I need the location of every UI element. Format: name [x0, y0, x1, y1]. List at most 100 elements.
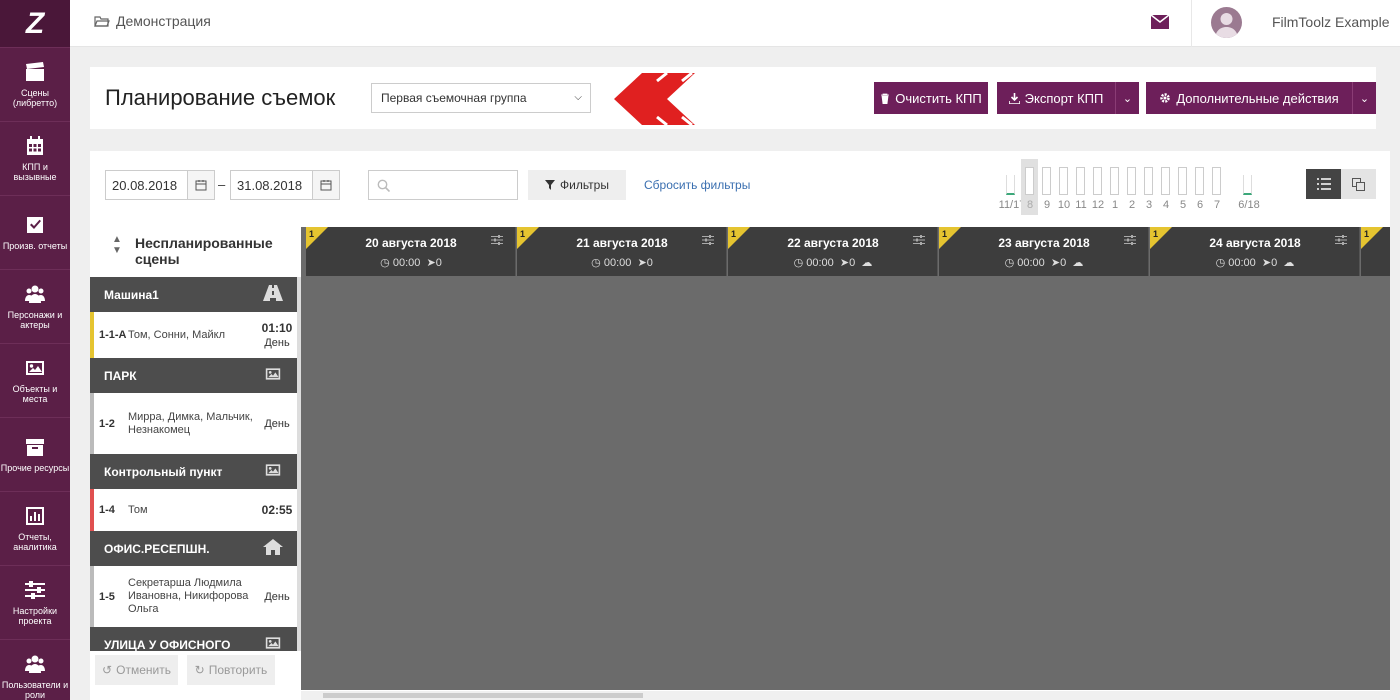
sidebar-item-8[interactable]: Настройки проекта — [0, 565, 70, 639]
redo-label: Повторить — [208, 663, 268, 677]
sidebar-item-label: Персонажи и актеры — [7, 309, 63, 330]
location-group-header[interactable]: УЛИЦА У ОФИСНОГО — [90, 627, 297, 651]
scrollbar-thumb[interactable] — [323, 693, 643, 698]
day-settings-icon[interactable] — [1335, 235, 1347, 245]
more-actions-label: Дополнительные действия — [1176, 90, 1339, 106]
location-group-header[interactable]: Машина1 — [90, 277, 297, 312]
card-view-button[interactable] — [1341, 169, 1376, 199]
day-overview-item[interactable]: 4 — [1157, 159, 1174, 215]
search-input[interactable] — [368, 170, 518, 200]
day-overview-item[interactable]: 3 — [1140, 159, 1157, 215]
sidebar-item-label: Объекты и места — [12, 383, 58, 404]
day-overview-label: 7 — [1213, 199, 1221, 211]
day-settings-icon[interactable] — [913, 235, 925, 245]
sidebar-item-label: Пользователи и роли — [1, 679, 69, 700]
day-column-header[interactable]: 1 20 августа 2018 ◷ 00:00 ➤0 — [306, 227, 516, 276]
sidebar-item-6[interactable]: Прочие ресурсы — [0, 417, 70, 491]
scene-card[interactable]: 1-5 Секретарша Людмила Ивановна, Никифоро… — [90, 566, 297, 627]
filters-button[interactable]: Фильтры — [528, 170, 626, 200]
more-actions-dropdown-toggle[interactable]: ⌄ — [1352, 82, 1376, 114]
day-column-header[interactable]: 1 — [1361, 227, 1390, 276]
day-column-header[interactable]: 1 21 августа 2018 ◷ 00:00 ➤0 — [517, 227, 727, 276]
weather-icon[interactable]: ☁ — [861, 257, 872, 269]
scene-card[interactable]: 1-1-А Том, Сонни, Майкл 01:10 День — [90, 312, 297, 358]
location-name: Машина1 — [104, 287, 159, 302]
day-column-header[interactable]: 1 24 августа 2018 ◷ 00:00 ➤0 ☁ — [1150, 227, 1360, 276]
date-to-input[interactable]: 31.08.2018 — [230, 170, 340, 200]
sidebar-item-2[interactable]: КПП и вызывные — [0, 121, 70, 195]
sidebar-item-5[interactable]: Объекты и места — [0, 343, 70, 417]
crew-select[interactable]: Первая съемочная группа ⌵ — [371, 83, 591, 113]
road-icon — [263, 285, 283, 304]
day-overview-item[interactable]: 10 — [1055, 159, 1072, 215]
location-group-header[interactable]: ПАРК — [90, 358, 297, 393]
day-title: 24 августа 2018 — [1209, 236, 1301, 250]
redo-button[interactable]: ↻ Повторить — [187, 655, 275, 685]
day-overview-item[interactable]: 7 — [1208, 159, 1225, 215]
sidebar-item-7[interactable]: Отчеты, аналитика — [0, 491, 70, 565]
day-overview-item[interactable]: 11 — [1072, 159, 1089, 215]
location-group-header[interactable]: Контрольный пункт — [90, 454, 297, 489]
mail-icon[interactable] — [1150, 14, 1170, 30]
location-group-header[interactable]: ОФИС.РЕСЕПШН. — [90, 531, 297, 566]
image-icon — [24, 358, 46, 378]
day-column-header[interactable]: 1 23 августа 2018 ◷ 00:00 ➤0 ☁ — [939, 227, 1149, 276]
clock-icon: ◷ — [591, 257, 601, 269]
schedule-calendar[interactable]: 1 20 августа 2018 ◷ 00:00 ➤0 1 21 августа 20… — [301, 227, 1390, 690]
breadcrumb[interactable]: Демонстрация — [94, 13, 211, 29]
day-overview-label: 6/18 — [1238, 199, 1260, 211]
scene-time: День — [257, 589, 297, 604]
scene-card[interactable]: 1-4 Том 02:55 — [90, 489, 297, 531]
undo-label: Отменить — [116, 663, 171, 677]
calendar-icon[interactable] — [187, 171, 214, 199]
app-logo[interactable]: Z — [0, 0, 70, 47]
undo-button[interactable]: ↺ Отменить — [95, 655, 178, 685]
filters-label: Фильтры — [560, 178, 609, 192]
scene-duration: 01:10 — [261, 320, 293, 335]
day-column-header[interactable]: 1 22 августа 2018 ◷ 00:00 ➤0 ☁ — [728, 227, 938, 276]
megaphone-icon: ➤ — [637, 257, 647, 269]
day-settings-icon[interactable] — [1124, 235, 1136, 245]
breadcrumb-label: Демонстрация — [116, 13, 211, 29]
day-overview-item[interactable]: 5 — [1174, 159, 1191, 215]
sidebar-item-label: Настройки проекта — [12, 605, 58, 626]
more-actions-button[interactable]: Дополнительные действия — [1146, 82, 1352, 114]
day-info: ◷ 00:00 ➤0 — [517, 256, 727, 269]
sidebar-item-4[interactable]: Персонажи и актеры — [0, 269, 70, 343]
sort-icon[interactable]: ▲ ▼ — [112, 234, 122, 256]
day-calls: 0 — [435, 257, 442, 269]
megaphone-icon: ➤ — [1261, 257, 1272, 269]
sidebar-item-3[interactable]: Произв. отчеты — [0, 195, 70, 269]
checkbox-icon — [24, 215, 46, 235]
date-from-input[interactable]: 20.08.2018 — [105, 170, 215, 200]
list-view-button[interactable] — [1306, 169, 1341, 199]
calendar-horizontal-scrollbar[interactable] — [301, 691, 1390, 700]
calendar-icon[interactable] — [312, 171, 339, 199]
day-overview-item[interactable]: 9 — [1038, 159, 1055, 215]
clear-callsheet-button[interactable]: Очистить КПП — [874, 82, 988, 114]
export-dropdown-toggle[interactable]: ⌄ — [1115, 82, 1139, 114]
day-load-bar — [1093, 167, 1102, 195]
reset-filters-link[interactable]: Сбросить фильтры — [644, 178, 750, 192]
scene-card[interactable]: 1-2 Мирра, Димка, Мальчик, Незнакомец День — [90, 393, 297, 454]
sidebar-item-1[interactable]: Сцены (либретто) — [0, 47, 70, 121]
day-overview-item[interactable]: 8 — [1021, 159, 1038, 215]
day-overview-item[interactable]: 2 — [1123, 159, 1140, 215]
unscheduled-header: ▲ ▼ Неспланированные сцены — [90, 227, 297, 277]
username[interactable]: FilmToolz Example — [1272, 14, 1389, 30]
day-overview-item[interactable]: 1 — [1106, 159, 1123, 215]
weather-icon[interactable]: ☁ — [1283, 257, 1294, 269]
avatar[interactable] — [1211, 7, 1242, 38]
day-settings-icon[interactable] — [491, 235, 503, 245]
clone-icon — [1352, 177, 1365, 191]
day-title: 20 августа 2018 — [365, 236, 457, 250]
sidebar-item-label: Отчеты, аналитика — [13, 531, 57, 552]
day-overview-item[interactable]: 6 — [1191, 159, 1208, 215]
sidebar-item-9[interactable]: Пользователи и роли — [0, 639, 70, 700]
day-settings-icon[interactable] — [702, 235, 714, 245]
day-overview-item[interactable]: 12 — [1089, 159, 1106, 215]
day-overview-item[interactable]: 6/18 — [1237, 159, 1261, 215]
date-range-dash: – — [218, 177, 226, 192]
weather-icon[interactable]: ☁ — [1072, 257, 1083, 269]
export-callsheet-button[interactable]: Экспорт КПП — [997, 82, 1115, 114]
